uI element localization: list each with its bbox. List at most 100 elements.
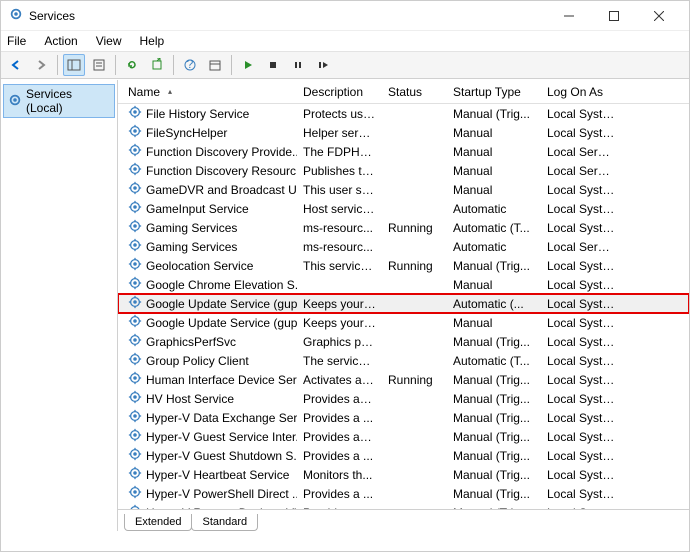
- column-header-startup-type[interactable]: Startup Type: [447, 81, 541, 103]
- help-button[interactable]: ?: [179, 54, 201, 76]
- menu-file[interactable]: File: [7, 34, 26, 48]
- service-startup-type: Manual (Trig...: [447, 373, 541, 387]
- restart-service-button[interactable]: [312, 54, 334, 76]
- service-description: Publishes th...: [297, 164, 382, 178]
- column-header-description[interactable]: Description: [297, 81, 382, 103]
- column-headers: Name▴ Description Status Startup Type Lo…: [118, 80, 689, 104]
- service-log-on-as: Local Syste...: [541, 259, 621, 273]
- service-icon: [128, 124, 142, 141]
- service-icon: [128, 485, 142, 502]
- service-name: Hyper-V Guest Service Inter...: [146, 430, 297, 444]
- service-startup-type: Manual (Trig...: [447, 468, 541, 482]
- service-row[interactable]: Hyper-V Guest Service Inter...Provides a…: [118, 427, 689, 446]
- service-log-on-as: Local Syste...: [541, 449, 621, 463]
- service-row[interactable]: GraphicsPerfSvcGraphics pe...Manual (Tri…: [118, 332, 689, 351]
- calendar-icon[interactable]: [204, 54, 226, 76]
- service-description: Monitors th...: [297, 468, 382, 482]
- menu-bar: File Action View Help: [1, 31, 689, 51]
- service-list[interactable]: File History ServiceProtects use...Manua…: [118, 104, 689, 509]
- service-icon: [128, 219, 142, 236]
- service-icon: [128, 447, 142, 464]
- service-log-on-as: Local Syste...: [541, 126, 621, 140]
- service-row[interactable]: GameInput ServiceHost service...Automati…: [118, 199, 689, 218]
- service-row[interactable]: Hyper-V Heartbeat ServiceMonitors th...M…: [118, 465, 689, 484]
- title-bar: Services: [1, 1, 689, 31]
- service-row[interactable]: HV Host ServiceProvides an ...Manual (Tr…: [118, 389, 689, 408]
- service-log-on-as: Local Syste...: [541, 278, 621, 292]
- service-icon: [128, 162, 142, 179]
- minimize-button[interactable]: [546, 2, 591, 30]
- service-name: Geolocation Service: [146, 259, 253, 273]
- service-row[interactable]: Hyper-V Guest Shutdown S...Provides a ..…: [118, 446, 689, 465]
- service-row[interactable]: Function Discovery Resourc...Publishes t…: [118, 161, 689, 180]
- service-row[interactable]: Google Update Service (gup...Keeps your …: [118, 313, 689, 332]
- menu-view[interactable]: View: [96, 34, 122, 48]
- column-header-name[interactable]: Name▴: [122, 81, 297, 103]
- main-area: Services (Local) Name▴ Description Statu…: [1, 79, 689, 531]
- tab-extended[interactable]: Extended: [124, 514, 192, 531]
- toolbar-separator: [115, 55, 116, 75]
- column-header-status[interactable]: Status: [382, 81, 447, 103]
- service-log-on-as: Local Service: [541, 164, 621, 178]
- service-name: Google Update Service (gup...: [146, 297, 297, 311]
- service-row[interactable]: Google Chrome Elevation S...ManualLocal …: [118, 275, 689, 294]
- start-service-button[interactable]: [237, 54, 259, 76]
- service-log-on-as: Local Syste...: [541, 107, 621, 121]
- service-row[interactable]: Human Interface Device Ser...Activates a…: [118, 370, 689, 389]
- service-startup-type: Automatic (...: [447, 297, 541, 311]
- menu-help[interactable]: Help: [140, 34, 165, 48]
- maximize-button[interactable]: [591, 2, 636, 30]
- service-startup-type: Manual: [447, 145, 541, 159]
- close-button[interactable]: [636, 2, 681, 30]
- service-row[interactable]: Group Policy ClientThe service i...Autom…: [118, 351, 689, 370]
- service-icon: [128, 181, 142, 198]
- refresh-button[interactable]: [121, 54, 143, 76]
- pause-service-button[interactable]: [287, 54, 309, 76]
- service-startup-type: Manual (Trig...: [447, 411, 541, 425]
- tab-standard[interactable]: Standard: [191, 514, 258, 531]
- service-log-on-as: Local Syste...: [541, 487, 621, 501]
- service-name: Google Chrome Elevation S...: [146, 278, 297, 292]
- service-status: Running: [382, 259, 447, 273]
- service-log-on-as: Local Service: [541, 145, 621, 159]
- stop-service-button[interactable]: [262, 54, 284, 76]
- back-button[interactable]: [5, 54, 27, 76]
- export-button[interactable]: [146, 54, 168, 76]
- service-startup-type: Automatic: [447, 240, 541, 254]
- show-hide-tree-button[interactable]: [63, 54, 85, 76]
- tree-pane: Services (Local): [1, 80, 118, 531]
- window-title: Services: [29, 9, 546, 23]
- service-row[interactable]: Gaming Servicesms-resourc...RunningAutom…: [118, 218, 689, 237]
- service-row[interactable]: File History ServiceProtects use...Manua…: [118, 104, 689, 123]
- service-row[interactable]: GameDVR and Broadcast Us...This user ser…: [118, 180, 689, 199]
- menu-action[interactable]: Action: [44, 34, 77, 48]
- service-row[interactable]: Gaming Servicesms-resourc...AutomaticLoc…: [118, 237, 689, 256]
- service-icon: [128, 143, 142, 160]
- service-description: The FDPHO...: [297, 145, 382, 159]
- service-icon: [128, 390, 142, 407]
- service-description: Helper servi...: [297, 126, 382, 140]
- service-row[interactable]: Hyper-V Data Exchange Ser...Provides a .…: [118, 408, 689, 427]
- column-header-log-on-as[interactable]: Log On As: [541, 81, 621, 103]
- service-description: Provides a ...: [297, 487, 382, 501]
- tree-root-services-local[interactable]: Services (Local): [3, 84, 115, 118]
- service-name: Human Interface Device Ser...: [146, 373, 297, 387]
- service-row[interactable]: Hyper-V PowerShell Direct ...Provides a …: [118, 484, 689, 503]
- forward-button[interactable]: [30, 54, 52, 76]
- service-log-on-as: Local Syste...: [541, 411, 621, 425]
- service-startup-type: Manual: [447, 183, 541, 197]
- service-row[interactable]: Function Discovery Provide...The FDPHO..…: [118, 142, 689, 161]
- list-pane: Name▴ Description Status Startup Type Lo…: [118, 80, 689, 531]
- service-description: ms-resourc...: [297, 240, 382, 254]
- service-description: Host service...: [297, 202, 382, 216]
- service-icon: [128, 371, 142, 388]
- toolbar-separator: [57, 55, 58, 75]
- service-log-on-as: Local Syste...: [541, 202, 621, 216]
- service-description: Protects use...: [297, 107, 382, 121]
- service-row[interactable]: FileSyncHelperHelper servi...ManualLocal…: [118, 123, 689, 142]
- service-row[interactable]: Google Update Service (gup...Keeps your …: [118, 294, 689, 313]
- service-description: Activates an...: [297, 373, 382, 387]
- service-log-on-as: Local Syste...: [541, 354, 621, 368]
- properties-button[interactable]: [88, 54, 110, 76]
- service-row[interactable]: Geolocation ServiceThis service ...Runni…: [118, 256, 689, 275]
